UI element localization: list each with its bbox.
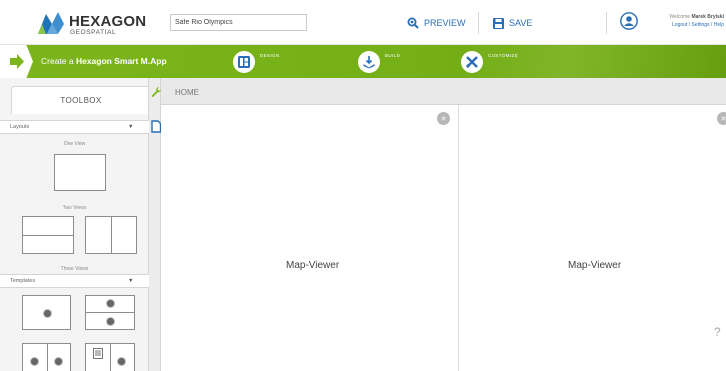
- toolbox-tab[interactable]: TOOLBOX: [11, 86, 149, 114]
- preview-label: PREVIEW: [424, 18, 466, 28]
- app-window: HEXAGON GEOSPATIAL PREVIEW SAVE Welcome …: [0, 0, 726, 371]
- template-divider: [110, 344, 111, 371]
- layout-divider: [111, 217, 112, 253]
- brand-name: HEXAGON: [69, 13, 147, 30]
- globe-icon: [30, 357, 39, 366]
- templates-section-header[interactable]: Templates ▼: [0, 274, 149, 288]
- hexagon-logo: HEXAGON GEOSPATIAL: [36, 10, 156, 38]
- preview-icon: [407, 17, 419, 29]
- template-side-by-side[interactable]: [22, 343, 71, 371]
- app-name-input[interactable]: [170, 14, 307, 31]
- step-design-label: DESIGN: [260, 53, 280, 58]
- toolbox-title: TOOLBOX: [60, 96, 102, 105]
- globe-icon: [106, 299, 115, 308]
- design-icon: [233, 51, 255, 73]
- arrow-right-icon: [10, 54, 24, 69]
- help-icon[interactable]: ?: [714, 325, 721, 339]
- user-welcome: Welcome: [669, 14, 691, 20]
- templates-label: Templates: [10, 278, 36, 284]
- design-canvas: [161, 105, 726, 371]
- close-icon: ✕: [440, 115, 447, 123]
- close-viewer-button[interactable]: ✕: [717, 112, 726, 125]
- step-build-label: BUILD: [385, 53, 401, 58]
- step-build[interactable]: BUILD: [358, 51, 400, 75]
- breadcrumb-bar: [161, 78, 726, 105]
- save-icon: [493, 17, 504, 29]
- customize-icon: [461, 51, 483, 73]
- globe-icon: [54, 357, 63, 366]
- user-links[interactable]: Logout / Settings / Help: [644, 21, 724, 29]
- chevron-down-icon: ▼: [128, 124, 134, 130]
- preview-button[interactable]: PREVIEW: [407, 15, 466, 31]
- save-button[interactable]: SAVE: [493, 15, 532, 31]
- viewer-divider[interactable]: [458, 105, 459, 371]
- close-icon: ✕: [720, 115, 726, 123]
- build-icon: [358, 51, 380, 73]
- save-label: SAVE: [509, 18, 533, 28]
- map-viewer-label: Map-Viewer: [568, 260, 622, 271]
- header-divider: [478, 12, 479, 34]
- step-design[interactable]: DESIGN: [233, 51, 280, 75]
- brand-subtitle: GEOSPATIAL: [70, 29, 117, 36]
- globe-icon: [117, 357, 126, 366]
- template-divider: [47, 344, 48, 371]
- layout-divider: [23, 235, 73, 236]
- user-avatar-icon[interactable]: [620, 12, 638, 30]
- template-single-map[interactable]: [22, 295, 71, 330]
- layout-one-view[interactable]: [54, 154, 106, 191]
- close-viewer-button[interactable]: ✕: [437, 112, 450, 125]
- map-viewer-label: Map-Viewer: [286, 260, 340, 271]
- user-name: Marek Brylski: [691, 14, 724, 20]
- globe-icon: [43, 309, 52, 318]
- template-mixed[interactable]: [85, 343, 135, 371]
- layouts-label: Layouts: [10, 124, 30, 130]
- layouts-section-header[interactable]: Layouts ▼: [0, 120, 149, 134]
- step-customize[interactable]: CUSTOMIZE: [461, 51, 518, 75]
- layout-two-views-vertical[interactable]: [85, 216, 137, 254]
- breadcrumb[interactable]: HOME: [175, 88, 199, 97]
- user-info: Welcome Marek Brylski Logout / Settings …: [644, 13, 724, 29]
- wizard-title: Create a Hexagon Smart M.App: [41, 56, 167, 66]
- step-customize-label: CUSTOMIZE: [488, 53, 519, 58]
- template-two-maps[interactable]: [85, 295, 135, 330]
- chevron-down-icon: ▼: [128, 278, 134, 284]
- hexagon-logo-icon: [38, 12, 64, 34]
- wizard-start-tab[interactable]: [0, 45, 33, 78]
- document-icon: [93, 348, 103, 359]
- two-views-caption: Two Views: [62, 205, 87, 211]
- three-views-caption: Three Views: [60, 266, 89, 272]
- template-divider: [86, 312, 134, 313]
- layout-two-views-horizontal[interactable]: [22, 216, 74, 254]
- header-divider: [606, 12, 607, 34]
- one-view-caption: One View: [63, 141, 86, 147]
- globe-icon: [106, 317, 115, 326]
